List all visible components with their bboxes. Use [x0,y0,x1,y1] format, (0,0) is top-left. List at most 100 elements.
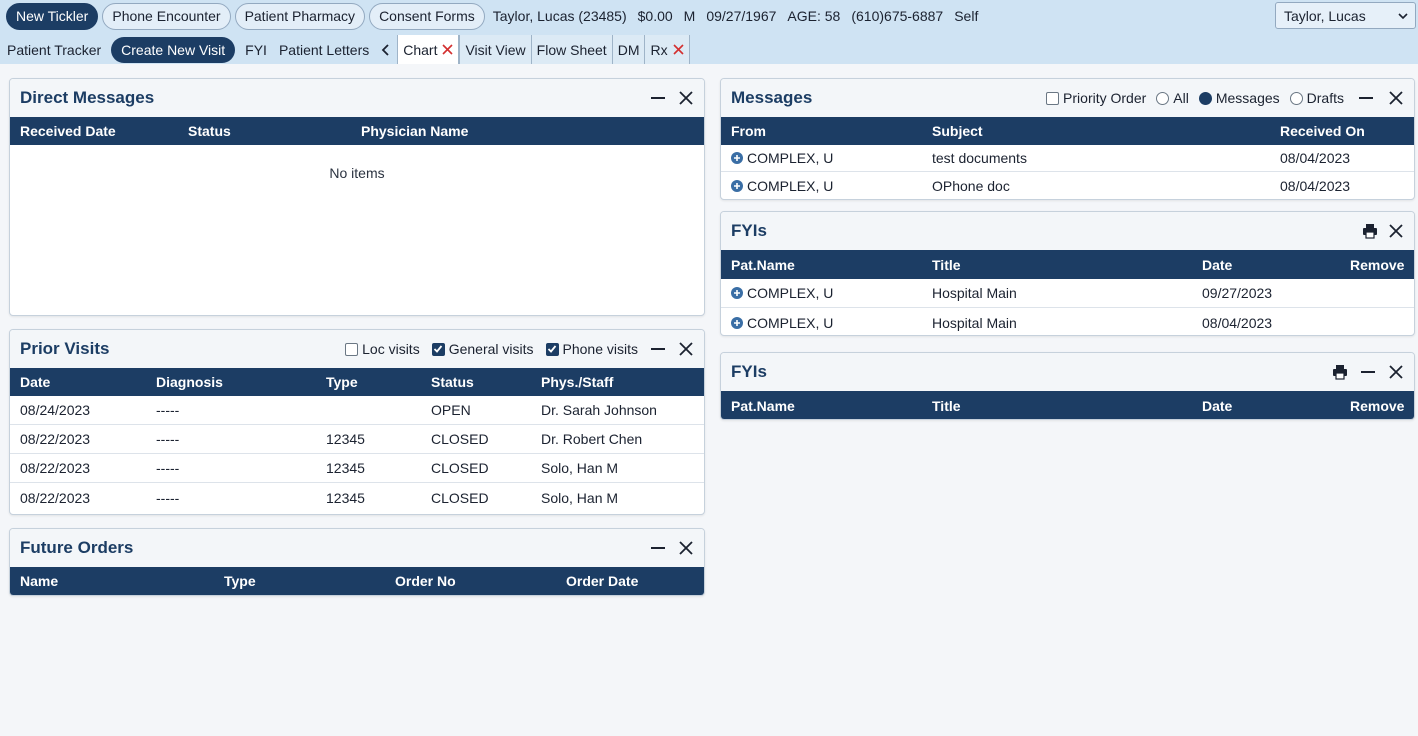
tab-chart[interactable]: Chart [397,35,460,64]
chevron-down-icon [1397,10,1409,22]
column-header[interactable]: Remove [1350,391,1404,419]
visit-date: 08/22/2023 [20,431,91,447]
tab-rx[interactable]: Rx [644,35,690,64]
checkbox-label: Priority Order [1063,90,1147,106]
patient-selector[interactable]: Taylor, Lucas [1275,2,1416,29]
checkbox-checked-icon[interactable] [545,342,559,356]
minus-icon[interactable] [1360,364,1376,380]
tab-flow-sheet[interactable]: Flow Sheet [530,35,612,64]
phone-visits-checkbox[interactable]: Phone visits [545,341,638,357]
general-visits-checkbox[interactable]: General visits [431,341,534,357]
column-header[interactable]: Title [932,391,961,419]
column-header[interactable]: From [731,117,766,145]
close-icon[interactable] [1388,90,1404,106]
tab-label: Rx [650,41,668,58]
panel-title: FYIs [731,221,767,240]
column-header[interactable]: Pat.Name [731,391,795,419]
close-icon[interactable] [1388,223,1404,239]
plus-circle-icon[interactable] [731,287,743,299]
minus-icon[interactable] [650,341,666,357]
column-header[interactable]: Date [1202,250,1232,279]
plus-circle-icon[interactable] [731,316,743,329]
message-subject[interactable]: OPhone doc [932,172,1010,199]
fyis-panel: FYIs Pat.Name Title Date Remove COMPLEX,… [720,211,1415,336]
consent-forms-button[interactable]: Consent Forms [369,2,485,30]
minus-icon[interactable] [1358,90,1374,106]
close-icon[interactable] [678,540,694,556]
checkbox-unchecked-icon[interactable] [1046,91,1060,105]
table-row[interactable]: 08/22/2023 ----- 12345 CLOSED Solo, Han … [10,483,704,512]
visit-status: OPEN [431,402,471,418]
column-header[interactable]: Subject [932,117,983,145]
loc-visits-checkbox[interactable]: Loc visits [345,341,420,357]
priority-order-checkbox[interactable]: Priority Order [1046,90,1146,106]
close-icon[interactable] [673,44,684,55]
column-header[interactable]: Pat.Name [731,250,795,279]
column-header[interactable]: Order Date [566,567,638,595]
visit-staff: Solo, Han M [541,460,619,476]
column-header[interactable]: Type [326,368,358,396]
patient-selector-value: Taylor, Lucas [1284,7,1366,24]
panel-header: Messages Priority Order All Messages Dra… [721,79,1414,117]
filter-all-radio[interactable]: All [1156,90,1189,106]
table-row[interactable]: 08/22/2023 ----- 12345 CLOSED Solo, Han … [10,454,704,483]
table-row[interactable]: COMPLEX, U test documents 08/04/2023 [721,145,1414,172]
column-header[interactable]: Order No [395,567,456,595]
column-header[interactable]: Title [932,250,961,279]
new-tickler-button[interactable]: New Tickler [6,2,99,30]
column-header[interactable]: Date [20,368,50,396]
chevron-left-icon[interactable] [375,35,397,64]
minus-icon[interactable] [650,540,666,556]
close-icon[interactable] [1388,364,1404,380]
close-icon[interactable] [442,44,454,55]
nav-patient-letters[interactable]: Patient Letters [273,35,375,64]
table-row[interactable]: COMPLEX, U Hospital Main 08/04/2023 [721,308,1414,335]
table-row[interactable]: COMPLEX, U OPhone doc 08/04/2023 [721,172,1414,199]
tab-visit-view[interactable]: Visit View [459,35,531,64]
message-subject[interactable]: test documents [932,145,1027,171]
column-header[interactable]: Phys./Staff [541,368,613,396]
filter-messages-radio[interactable]: Messages [1198,90,1280,106]
close-icon[interactable] [678,341,694,357]
minus-icon[interactable] [650,90,666,106]
column-header[interactable]: Status [431,368,474,396]
filter-drafts-radio[interactable]: Drafts [1289,90,1344,106]
visit-staff: Dr. Sarah Johnson [541,402,657,418]
printer-icon[interactable] [1332,364,1348,380]
visit-date: 08/24/2023 [20,402,91,418]
create-new-visit-button[interactable]: Create New Visit [111,36,236,63]
printer-icon[interactable] [1362,223,1378,239]
panel-title: Future Orders [20,538,134,557]
column-header[interactable]: Type [224,567,256,595]
checkbox-unchecked-icon[interactable] [345,342,359,356]
phone-encounter-button[interactable]: Phone Encounter [102,2,231,30]
tab-dm[interactable]: DM [611,35,645,64]
plus-circle-icon[interactable] [731,179,743,192]
close-icon[interactable] [678,90,694,106]
column-header[interactable]: Received Date [20,117,116,145]
radio-unselected-icon[interactable] [1289,91,1303,105]
radio-unselected-icon[interactable] [1156,91,1170,105]
nav-patient-tracker[interactable]: Patient Tracker [0,35,107,64]
tab-label: DM [617,41,640,58]
column-header[interactable]: Name [20,567,58,595]
table-row[interactable]: 08/22/2023 ----- 12345 CLOSED Dr. Robert… [10,425,704,454]
checkbox-checked-icon[interactable] [431,342,445,356]
table-row[interactable]: COMPLEX, U Hospital Main 09/27/2023 [721,279,1414,308]
table-header: Pat.Name Title Date Remove [721,250,1414,279]
fyi-patient: COMPLEX, U [731,279,833,307]
visit-status: CLOSED [431,460,489,476]
patient-pharmacy-button[interactable]: Patient Pharmacy [234,2,366,30]
column-header[interactable]: Diagnosis [156,368,223,396]
panel-title: FYIs [731,362,767,381]
column-header[interactable]: Received On [1280,117,1365,145]
nav-fyi[interactable]: FYI [239,35,273,64]
radio-selected-icon[interactable] [1198,91,1212,105]
future-orders-panel: Future Orders Name Type Order No Order D… [9,528,705,596]
column-header[interactable]: Remove [1350,250,1404,279]
plus-circle-icon[interactable] [731,152,743,164]
column-header[interactable]: Status [188,117,231,145]
table-row[interactable]: 08/24/2023 ----- OPEN Dr. Sarah Johnson [10,396,704,425]
column-header[interactable]: Physician Name [361,117,468,145]
column-header[interactable]: Date [1202,391,1232,419]
